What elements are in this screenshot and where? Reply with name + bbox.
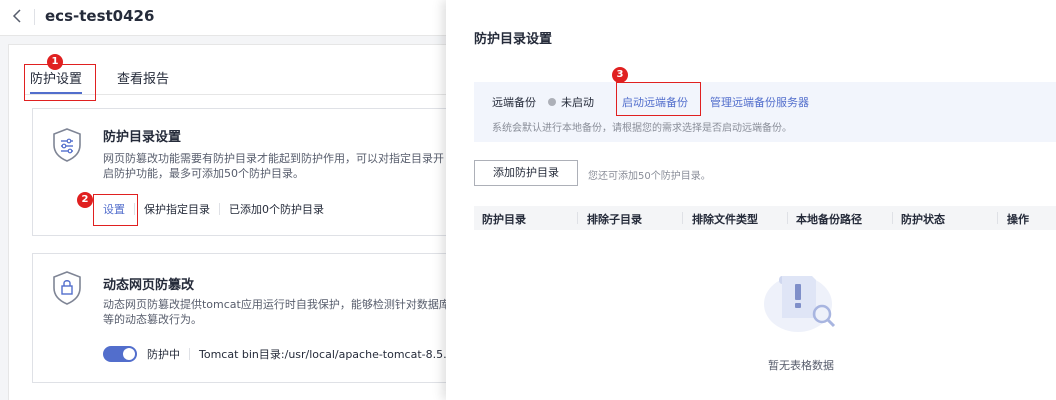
annotation-marker-3: 3 xyxy=(612,67,628,83)
drawer-title: 防护目录设置 xyxy=(474,32,553,47)
page-title: ecs-test0426 xyxy=(45,7,155,25)
column-header: 操作 xyxy=(1007,213,1029,226)
column-divider xyxy=(577,212,578,224)
column-header: 排除文件类型 xyxy=(692,213,758,226)
dynamic-protection-card: 动态网页防篡改 动态网页防篡改提供tomcat应用运行时自我保护，能够检测针对数… xyxy=(32,253,458,383)
shield-lock-icon xyxy=(51,270,83,306)
annotation-marker-1: 1 xyxy=(47,54,63,70)
manage-backup-server-link[interactable]: 管理远端备份服务器 xyxy=(710,96,809,109)
add-hint-text: 您还可添加50个防护目录。 xyxy=(588,171,711,182)
protection-toggle[interactable] xyxy=(103,346,137,362)
added-count-text: 已添加0个防护目录 xyxy=(229,203,324,216)
column-header: 排除子目录 xyxy=(587,213,642,226)
toggle-knob xyxy=(123,348,135,360)
annotation-box-3 xyxy=(616,82,701,116)
remote-backup-status: 未启动 xyxy=(561,96,594,109)
add-protect-dir-button[interactable]: 添加防护目录 xyxy=(474,160,578,186)
card-title: 防护目录设置 xyxy=(103,130,182,145)
table-header: 防护目录 排除子目录 排除文件类型 本地备份路径 防护状态 操作 xyxy=(474,206,1056,230)
protect-dir-link[interactable]: 保护指定目录 xyxy=(144,203,210,216)
column-divider xyxy=(892,212,893,224)
column-header: 本地备份路径 xyxy=(796,213,862,226)
empty-table-icon xyxy=(754,256,850,336)
card-title: 动态网页防篡改 xyxy=(103,278,195,293)
remote-backup-info: 远端备份 未启动 启动远端备份 管理远端备份服务器 系统会默认进行本地备份，请根据您的… xyxy=(474,82,1056,142)
divider xyxy=(189,348,190,360)
annotation-box-1 xyxy=(24,64,96,101)
column-header: 防护目录 xyxy=(482,213,526,226)
chevron-left-icon[interactable] xyxy=(12,8,28,26)
column-divider xyxy=(997,212,998,224)
status-text: 防护中 xyxy=(147,348,180,361)
tab-view-report[interactable]: 查看报告 xyxy=(117,68,169,87)
card-description: 网页防篡改功能需要有防护目录才能起到防护作用，可以对指定目录开启防护功能，最多可… xyxy=(103,152,444,180)
annotation-marker-2: 2 xyxy=(77,192,93,208)
divider xyxy=(219,203,220,215)
column-header: 防护状态 xyxy=(901,213,945,226)
title-divider xyxy=(34,9,35,25)
shield-settings-icon xyxy=(51,127,83,163)
annotation-box-2 xyxy=(93,194,138,226)
bin-dir-text: Tomcat bin目录:/usr/local/apache-tomcat-8.… xyxy=(199,348,455,361)
settings-drawer: 防护目录设置 远端备份 未启动 启动远端备份 管理远端备份服务器 系统会默认进行本地备… xyxy=(446,0,1056,400)
column-divider xyxy=(682,212,683,224)
status-dot-icon xyxy=(548,98,556,106)
card-status-row: 防护中 Tomcat bin目录:/usr/local/apache-tomcat… xyxy=(103,346,455,362)
remote-backup-label: 远端备份 xyxy=(492,96,536,109)
remote-backup-note: 系统会默认进行本地备份，请根据您的需求选择是否启动远端备份。 xyxy=(492,123,792,134)
column-divider xyxy=(787,212,788,224)
card-description: 动态网页防篡改提供tomcat应用运行时自我保护，能够检测针对数据库等的动态篡改… xyxy=(103,298,450,326)
empty-table-text: 暂无表格数据 xyxy=(768,359,834,372)
